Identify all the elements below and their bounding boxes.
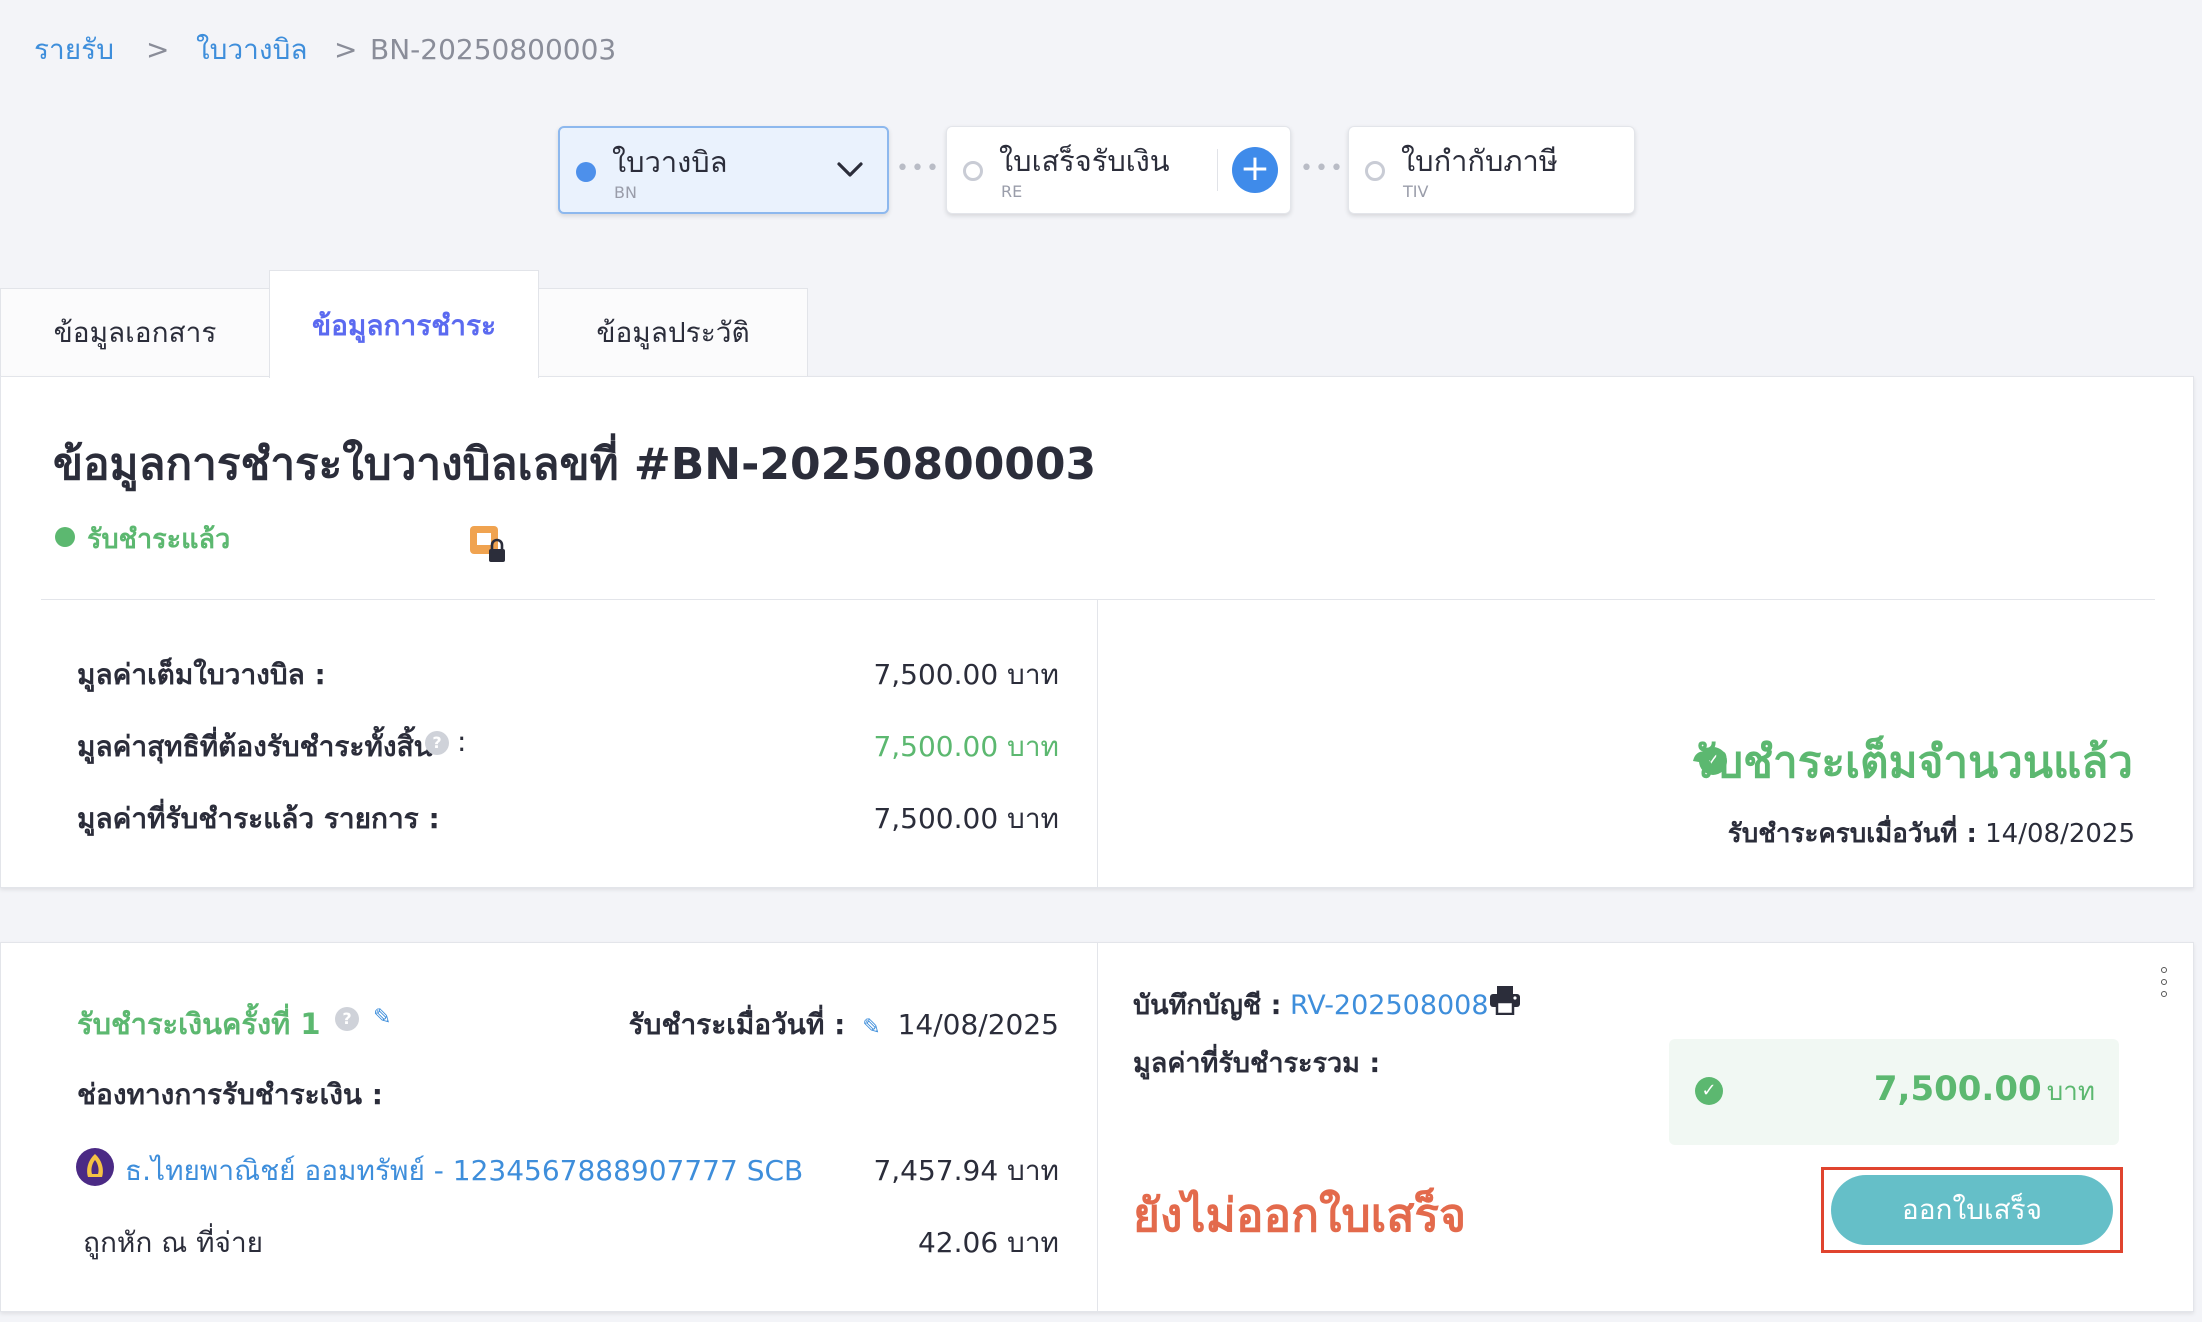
edit-pencil-icon[interactable]: ✎ (862, 1015, 880, 1040)
withholding-tax-label: ถูกหัก ณ ที่จ่าย (83, 1226, 264, 1259)
ledger-ref-link[interactable]: RV-202508008 (1290, 990, 1489, 1021)
bank-logo-icon (76, 1148, 114, 1186)
step-active-dot (576, 162, 596, 182)
paid-full-status: รับชำระเต็มจำนวนแล้ว (1691, 737, 2133, 788)
breadcrumb-billing[interactable]: ใบวางบิล (196, 30, 308, 70)
receipt-status: ยังไม่ออกใบเสร็จ (1133, 1188, 1467, 1242)
ledger-label: บันทึกบัญชี : (1133, 990, 1282, 1021)
payment-date-label: รับชำระเมื่อวันที่ : (628, 1008, 846, 1041)
breadcrumb-current: BN-20250800003 (370, 33, 617, 66)
add-receipt-button[interactable]: + (1232, 147, 1278, 193)
breadcrumb-separator: > (334, 33, 358, 66)
step-empty-dot (963, 161, 983, 181)
full-value-amount: 7,500.00 บาท (873, 658, 1059, 691)
payment-date-line: รับชำระเมื่อวันที่ : ✎ 14/08/2025 (629, 1003, 1059, 1047)
breadcrumb-separator: > (146, 33, 170, 66)
check-circle-icon: ✓ (1695, 1077, 1723, 1105)
net-value-colon: : (457, 725, 467, 758)
total-received-unit: บาท (2046, 1077, 2095, 1107)
step-label: ใบกำกับภาษี (1401, 144, 1558, 178)
step-billing-note[interactable]: ใบวางบิล BN (558, 126, 889, 214)
divider (1217, 149, 1218, 191)
bank-amount: 7,457.94 บาท (873, 1154, 1059, 1187)
step-code: BN (614, 183, 637, 202)
status-dot (55, 527, 75, 547)
step-tax-invoice[interactable]: ใบกำกับภาษี TIV (1348, 126, 1635, 214)
paid-date-value: 14/08/2025 (1985, 819, 2135, 849)
payment-summary-card: ข้อมูลการชำระใบวางบิลเลขที่ #BN-20250800… (0, 376, 2194, 889)
paid-date-line: รับชำระครบเมื่อวันที่ : 14/08/2025 (1728, 813, 2135, 854)
net-value-label: มูลค่าสุทธิที่ต้องรับชำระทั้งสิ้น (77, 730, 433, 763)
help-icon[interactable]: ? (425, 731, 449, 755)
divider (1097, 599, 1098, 889)
step-code: TIV (1403, 182, 1429, 201)
ledger-line: บันทึกบัญชี : RV-202508008 (1133, 983, 1489, 1026)
help-icon[interactable]: ? (335, 1007, 359, 1031)
breadcrumb-income[interactable]: รายรับ (34, 30, 114, 70)
full-value-label: มูลค่าเต็มใบวางบิล : (77, 658, 326, 691)
payment-round-title: รับชำระเงินครั้งที่ 1 (77, 1007, 321, 1041)
channel-label: ช่องทางการรับชำระเงิน : (77, 1078, 384, 1111)
total-received-box: ✓ 7,500.00 บาท (1669, 1039, 2119, 1145)
withholding-tax-amount: 42.06 บาท (917, 1226, 1059, 1259)
chevron-down-icon[interactable] (836, 158, 864, 182)
payment-date-value: 14/08/2025 (897, 1008, 1059, 1041)
step-label: ใบวางบิล (612, 145, 728, 179)
step-code: RE (1001, 182, 1023, 201)
tab-history-info[interactable]: ข้อมูลประวัติ (538, 288, 808, 378)
page-title: ข้อมูลการชำระใบวางบิลเลขที่ #BN-20250800… (53, 439, 1097, 490)
printer-icon[interactable] (1489, 985, 1521, 1015)
total-received-label: มูลค่าที่รับชำระรวม : (1133, 1048, 1381, 1079)
bank-account-link[interactable]: ธ.ไทยพาณิชย์ ออมทรัพย์ - 123456788890777… (125, 1149, 803, 1193)
step-receipt[interactable]: ใบเสร็จรับเงิน RE + (946, 126, 1291, 214)
total-received-value: 7,500.00 บาท (1874, 1069, 2095, 1112)
received-value-label: มูลค่าที่รับชำระแล้ว รายการ : (77, 802, 440, 835)
payment-detail-card: รับชำระเงินครั้งที่ 1 ? ✎ รับชำระเมื่อวั… (0, 942, 2194, 1313)
more-options-icon[interactable] (2159, 965, 2169, 1001)
paid-date-label: รับชำระครบเมื่อวันที่ : (1727, 819, 1977, 849)
step-label: ใบเสร็จรับเงิน (999, 144, 1170, 178)
edit-pencil-icon[interactable]: ✎ (373, 1005, 391, 1030)
step-connector: ••• (896, 156, 941, 181)
step-connector: ••• (1300, 156, 1345, 181)
issue-receipt-button[interactable]: ออกใบเสร็จ (1831, 1175, 2113, 1245)
status-badge: รับชำระแล้ว (87, 524, 231, 555)
total-received-amount: 7,500.00 (1873, 1069, 2042, 1109)
tab-document-info[interactable]: ข้อมูลเอกสาร (0, 288, 270, 378)
step-empty-dot (1365, 161, 1385, 181)
divider (41, 599, 2155, 600)
received-value-amount: 7,500.00 บาท (873, 802, 1059, 835)
divider (1097, 943, 1098, 1313)
lock-document-icon[interactable] (469, 525, 509, 565)
tab-payment-info[interactable]: ข้อมูลการชำระ (269, 270, 539, 378)
net-value-amount: 7,500.00 บาท (873, 730, 1059, 763)
